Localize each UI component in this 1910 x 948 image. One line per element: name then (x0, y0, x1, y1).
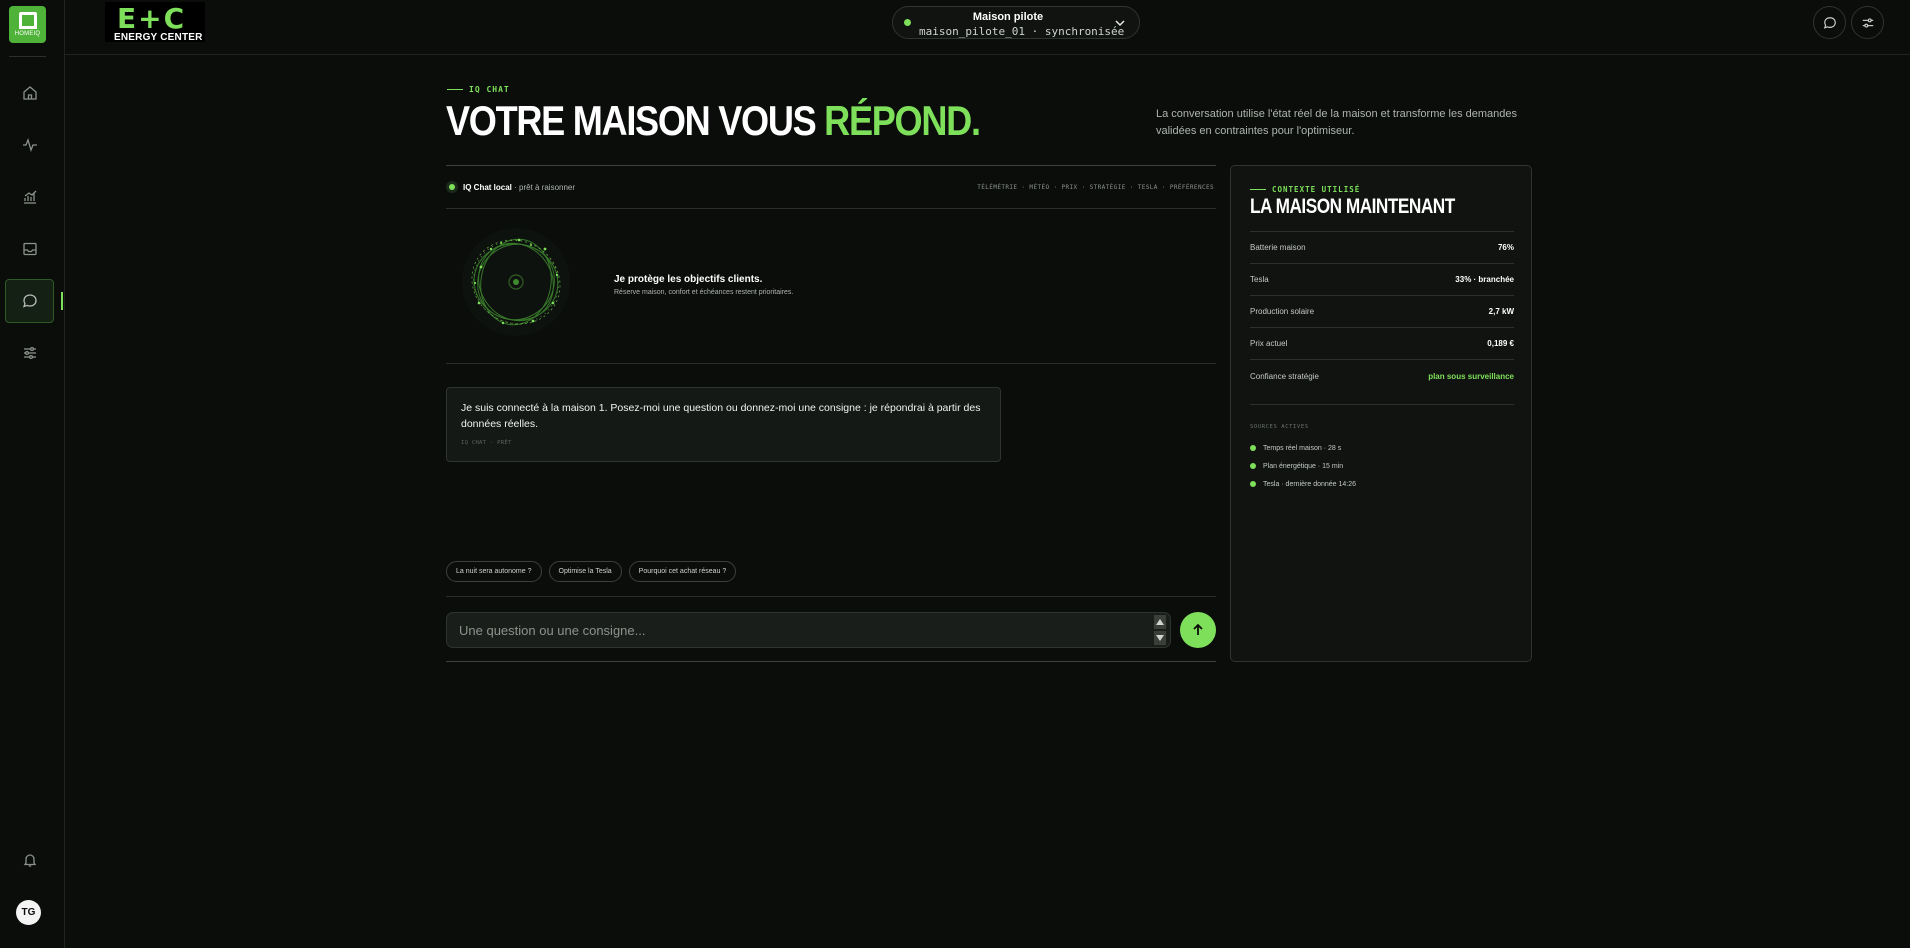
triangle-down-icon (1156, 635, 1164, 641)
metric-label: Confiance stratégie (1250, 371, 1319, 381)
source-label: Temps réel maison · 28 s (1263, 444, 1342, 452)
nav-activity[interactable] (5, 123, 54, 167)
house-id: maison_pilote_01 · synchronisée (919, 25, 1125, 38)
context-metrics: Batterie maison 76% Tesla 33% · branchée P… (1250, 231, 1514, 392)
assistant-message: Je suis connecté à la maison 1. Posez-mo… (446, 387, 1001, 462)
metric-value: 76% (1497, 243, 1514, 252)
brand-text: ENERGY CENTER (114, 32, 203, 43)
send-button[interactable] (1180, 612, 1216, 648)
source-label: Plan énergétique · 15 min (1263, 462, 1344, 470)
sliders-icon (23, 346, 36, 360)
inbox-icon (22, 242, 37, 256)
message-input-box (446, 612, 1171, 648)
metric-value: 2,7 kW (1488, 307, 1514, 316)
assistant-title: Je protège les objectifs clients. (614, 274, 763, 285)
metric-row: Prix actuel 0,189 € (1250, 328, 1514, 360)
active-sources: Temps réel maison · 28 s Plan énergétiqu… (1250, 439, 1356, 493)
context-title: LA MAISON MAINTENANT (1250, 195, 1455, 218)
metric-label: Prix actuel (1250, 339, 1288, 348)
data-sources-tags: TÉLÉMÉTRIE · MÉTÉO · PRIX · STRATÉGIE · … (977, 184, 1214, 191)
metric-value: 33% · branchée (1455, 275, 1514, 284)
active-nav-marker (61, 292, 63, 310)
hero-eyebrow: IQ CHAT (447, 85, 510, 94)
chart-icon (23, 190, 36, 204)
divider (1250, 404, 1514, 405)
metric-row: Batterie maison 76% (1250, 232, 1514, 264)
chat-status: IQ Chat local · prêt à raisonner (463, 183, 575, 192)
metric-value: 0,189 € (1487, 339, 1514, 348)
chat-icon (22, 294, 37, 308)
sliders-icon (1862, 17, 1873, 28)
avatar[interactable]: TG (16, 900, 41, 925)
source-dot (1250, 463, 1256, 469)
house-selector[interactable]: Maison pilote maison_pilote_01 · synchro… (892, 6, 1140, 39)
hero-eyebrow-label: IQ CHAT (469, 85, 510, 94)
suggestion-chip[interactable]: Pourquoi cet achat réseau ? (628, 561, 737, 582)
page-title-accent: RÉPOND. (824, 97, 981, 144)
chat-header: IQ Chat local · prêt à raisonner TÉLÉMÉT… (446, 166, 1216, 209)
hero-description: La conversation utilise l'état réel de l… (1156, 108, 1518, 137)
source-item: Tesla · dernière donnée 14:26 (1250, 475, 1356, 493)
context-eyebrow-label: CONTEXTE UTILISÉ (1272, 185, 1361, 194)
source-dot (1250, 445, 1256, 451)
sidebar: HOMEIQ TG (0, 0, 65, 948)
nav-analytics[interactable] (5, 175, 54, 219)
settings-button[interactable] (1851, 6, 1884, 39)
context-eyebrow: CONTEXTE UTILISÉ (1250, 185, 1360, 194)
context-panel: CONTEXTE UTILISÉ LA MAISON MAINTENANT Ba… (1230, 165, 1532, 662)
house-logo-icon (18, 12, 37, 29)
nav-inbox[interactable] (5, 227, 54, 271)
metric-label: Production solaire (1250, 307, 1315, 316)
chat-status-text: · prêt à raisonner (511, 183, 576, 192)
nav-settings[interactable] (5, 331, 54, 375)
divider (9, 56, 46, 57)
scroll-down-button[interactable] (1154, 631, 1166, 645)
page-title-main: VOTRE MAISON VOUS (446, 97, 825, 144)
metric-row: Production solaire 2,7 kW (1250, 296, 1514, 328)
page-title: VOTRE MAISON VOUS RÉPOND. (446, 97, 981, 145)
chat-icon (1823, 16, 1836, 29)
message-input[interactable] (447, 613, 1147, 647)
source-label: Tesla · dernière donnée 14:26 (1263, 480, 1357, 488)
house-name: Maison pilote (972, 11, 1044, 23)
notifications-button[interactable] (5, 838, 54, 882)
brand-mark: E+C (117, 2, 187, 35)
pulse-icon (22, 138, 37, 152)
message-meta: IQ CHAT · PRÊT (461, 440, 512, 446)
suggestion-chip[interactable]: La nuit sera autonome ? (446, 561, 542, 582)
chevron-down-icon (1115, 20, 1125, 27)
scroll-up-button[interactable] (1154, 615, 1166, 629)
source-dot (1250, 481, 1256, 487)
assistant-subtitle: Réserve maison, confort et échéances res… (614, 289, 794, 296)
metric-row: Confiance stratégie plan sous surveillanc… (1250, 360, 1514, 392)
chat-panel: IQ Chat local · prêt à raisonner TÉLÉMÉT… (446, 165, 1216, 662)
scroll-stepper[interactable] (1154, 615, 1166, 645)
sources-title: SOURCES ACTIVES (1250, 424, 1309, 430)
arrow-up-icon (1193, 623, 1203, 635)
metric-row: Tesla 33% · branchée (1250, 264, 1514, 296)
home-icon (22, 86, 37, 100)
assistant-orb-icon (462, 228, 570, 336)
logo-text: HOMEIQ (14, 31, 41, 37)
composer (446, 596, 1216, 663)
message-text: Je suis connecté à la maison 1. Posez-mo… (461, 402, 981, 430)
nav-chat[interactable] (5, 279, 54, 323)
chat-button[interactable] (1813, 6, 1846, 39)
source-item: Plan énergétique · 15 min (1250, 457, 1356, 475)
metric-value: plan sous surveillance (1428, 371, 1514, 381)
topbar: E+C ENERGY CENTER Maison pilote maison_p… (65, 0, 1910, 55)
suggestion-chip[interactable]: Optimise la Tesla (548, 561, 622, 582)
energy-center-logo[interactable]: E+C ENERGY CENTER (105, 2, 205, 43)
homeiq-logo[interactable]: HOMEIQ (9, 6, 46, 43)
bell-icon (23, 854, 36, 867)
metric-label: Batterie maison (1250, 243, 1306, 252)
suggestion-chips: La nuit sera autonome ? Optimise la Tesl… (446, 561, 737, 582)
status-dot (446, 181, 458, 193)
metric-label: Tesla (1250, 275, 1269, 284)
assistant-intro: Je protège les objectifs clients. Réserv… (446, 210, 1216, 364)
triangle-up-icon (1156, 619, 1164, 625)
source-item: Temps réel maison · 28 s (1250, 439, 1356, 457)
nav-home[interactable] (5, 71, 54, 115)
chat-status-name: IQ Chat local (463, 183, 512, 192)
